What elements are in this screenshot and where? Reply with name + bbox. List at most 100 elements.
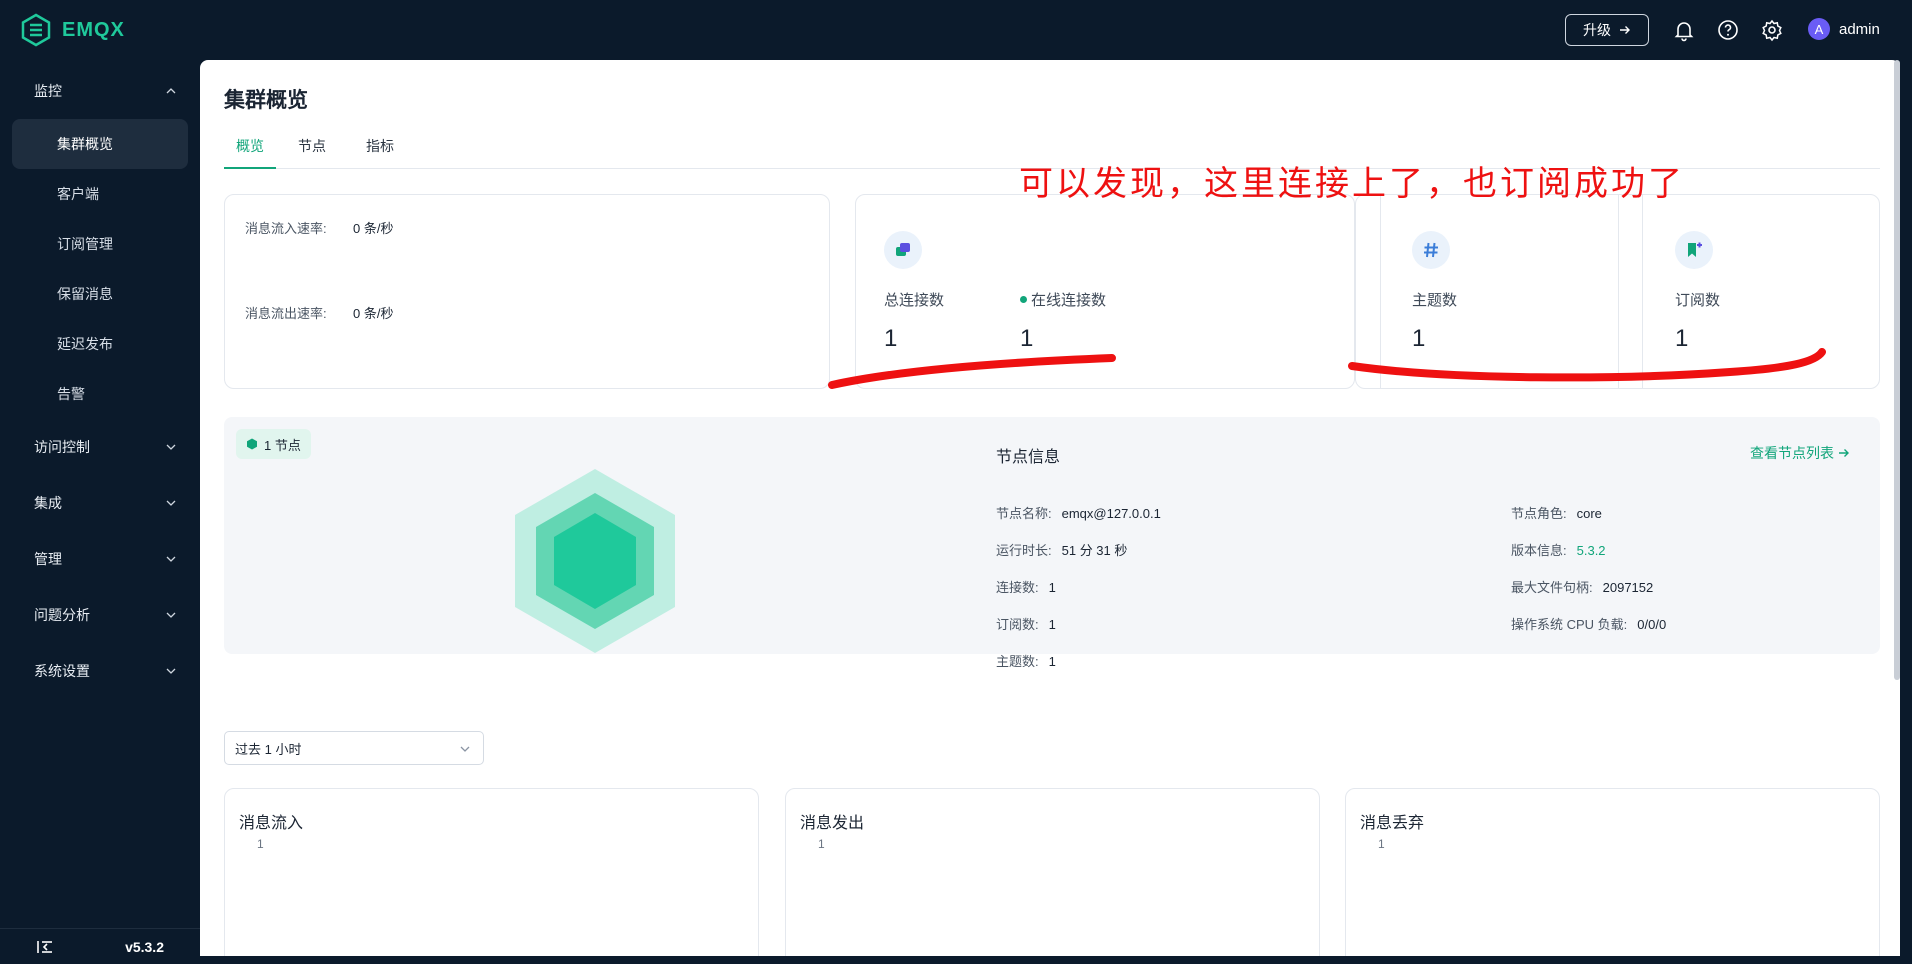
sidebar-item-alarms[interactable]: 告警 bbox=[12, 369, 188, 419]
tab-label: 节点 bbox=[298, 138, 326, 154]
sidebar-group-monitor[interactable]: 监控 bbox=[0, 73, 200, 109]
upgrade-label: 升级 bbox=[1583, 22, 1611, 38]
collapse-sidebar-icon[interactable] bbox=[36, 939, 54, 955]
page-title: 集群概览 bbox=[224, 89, 308, 112]
topics-value: 1 bbox=[1412, 325, 1426, 352]
inbound-rate-label: 消息流入速率: bbox=[245, 221, 327, 236]
chart-title: 消息丢弃 bbox=[1360, 815, 1425, 832]
sidebar-item-clients[interactable]: 客户端 bbox=[12, 169, 188, 219]
total-connections-label: 总连接数 bbox=[884, 292, 945, 309]
sidebar-group-integration[interactable]: 集成 bbox=[0, 485, 200, 521]
tab-label: 概览 bbox=[236, 138, 264, 154]
chevron-up-icon bbox=[166, 88, 176, 94]
chevron-down-icon bbox=[166, 556, 176, 562]
sidebar-group-management[interactable]: 管理 bbox=[0, 541, 200, 577]
emqx-logo[interactable]: EMQX bbox=[20, 13, 125, 47]
sidebar: 监控 集群概览 客户端 订阅管理 保留消息 延迟发布 告警 访问控制 集成 管理… bbox=[0, 60, 200, 964]
total-connections-value: 1 bbox=[884, 325, 898, 352]
sidebar-group-label: 系统设置 bbox=[34, 663, 90, 679]
card-divider bbox=[1618, 195, 1619, 388]
view-node-list-link[interactable]: 查看节点列表 bbox=[1750, 443, 1850, 463]
arrow-right-icon bbox=[1839, 449, 1849, 457]
top-bar: EMQX 升级 A admin bbox=[0, 0, 1912, 60]
tab-overview[interactable]: 概览 bbox=[224, 136, 276, 169]
sidebar-group-label: 监控 bbox=[34, 83, 62, 99]
message-rate-card: 消息流入速率: 0 条/秒 消息流出速率: 0 条/秒 bbox=[224, 194, 830, 389]
node-count-text: 1 节点 bbox=[264, 437, 301, 453]
bell-icon[interactable] bbox=[1672, 18, 1696, 42]
connections-icon bbox=[884, 231, 922, 269]
card-divider bbox=[1380, 195, 1381, 388]
sidebar-group-label: 问题分析 bbox=[34, 607, 90, 623]
sidebar-item-label: 告警 bbox=[57, 386, 85, 402]
sidebar-group-access-control[interactable]: 访问控制 bbox=[0, 429, 200, 465]
connections-field: 连接数: 1 bbox=[996, 580, 1056, 595]
chevron-down-icon bbox=[166, 444, 176, 450]
sidebar-item-label: 保留消息 bbox=[57, 286, 113, 302]
emqx-logo-icon bbox=[21, 13, 51, 47]
topics-label: 主题数 bbox=[1412, 292, 1458, 309]
tab-label: 指标 bbox=[366, 138, 394, 154]
online-connections-label: 在线连接数 bbox=[1020, 289, 1106, 310]
outbound-rate-value: 0 条/秒 bbox=[353, 306, 394, 321]
sidebar-item-label: 订阅管理 bbox=[57, 236, 113, 252]
user-menu[interactable]: A admin bbox=[1808, 18, 1880, 40]
chevron-down-icon bbox=[166, 668, 176, 674]
sidebar-item-label: 客户端 bbox=[57, 186, 99, 202]
hashtag-icon bbox=[1412, 231, 1450, 269]
online-connections-text: 在线连接数 bbox=[1031, 292, 1107, 309]
inbound-rate-value: 0 条/秒 bbox=[353, 221, 394, 236]
version-label: v5.3.2 bbox=[125, 938, 164, 955]
tab-metrics[interactable]: 指标 bbox=[356, 136, 404, 169]
sidebar-footer: v5.3.2 bbox=[0, 928, 200, 964]
help-icon[interactable] bbox=[1716, 18, 1740, 42]
bookmark-add-icon bbox=[1675, 231, 1713, 269]
time-range-select[interactable]: 过去 1 小时 bbox=[224, 731, 484, 765]
chevron-down-icon bbox=[166, 612, 176, 618]
uptime-field: 运行时长: 51 分 31 秒 bbox=[996, 543, 1128, 558]
online-connections-value: 1 bbox=[1020, 325, 1034, 352]
gear-icon[interactable] bbox=[1760, 18, 1784, 42]
sidebar-item-cluster-overview[interactable]: 集群概览 bbox=[12, 119, 188, 169]
chevron-down-icon bbox=[166, 500, 176, 506]
node-info-title: 节点信息 bbox=[996, 449, 1061, 466]
sidebar-group-label: 集成 bbox=[34, 495, 62, 511]
node-role-field: 节点角色: core bbox=[1511, 506, 1602, 521]
messages-out-chart: 消息发出 1 bbox=[785, 788, 1320, 956]
sidebar-item-label: 延迟发布 bbox=[57, 336, 113, 352]
chevron-down-icon bbox=[460, 746, 470, 752]
view-node-list-text: 查看节点列表 bbox=[1750, 445, 1834, 461]
y-axis-tick: 1 bbox=[257, 837, 264, 851]
y-axis-tick: 1 bbox=[1378, 837, 1385, 851]
outbound-rate-label: 消息流出速率: bbox=[245, 306, 327, 321]
subscriptions-field: 订阅数: 1 bbox=[996, 617, 1056, 632]
hexagon-icon bbox=[247, 438, 257, 450]
sidebar-item-label: 集群概览 bbox=[57, 136, 113, 152]
max-fds-field: 最大文件句柄: 2097152 bbox=[1511, 580, 1654, 595]
connections-card: 总连接数 在线连接数 1 1 bbox=[855, 194, 1355, 389]
username: admin bbox=[1839, 20, 1880, 38]
chart-title: 消息发出 bbox=[800, 815, 865, 832]
messages-dropped-chart: 消息丢弃 1 bbox=[1345, 788, 1880, 956]
sidebar-item-delayed[interactable]: 延迟发布 bbox=[12, 319, 188, 369]
chart-title: 消息流入 bbox=[239, 815, 304, 832]
time-range-value: 过去 1 小时 bbox=[235, 741, 302, 757]
upgrade-button[interactable]: 升级 bbox=[1565, 14, 1649, 46]
node-hexagon-graphic bbox=[515, 469, 675, 653]
sidebar-item-retained[interactable]: 保留消息 bbox=[12, 269, 188, 319]
card-divider bbox=[1642, 195, 1643, 388]
tab-nodes[interactable]: 节点 bbox=[288, 136, 336, 169]
cpu-load-field: 操作系统 CPU 负载: 0/0/0 bbox=[1511, 617, 1667, 632]
node-name-field: 节点名称: emqx@127.0.0.1 bbox=[996, 506, 1161, 521]
sidebar-group-diagnostics[interactable]: 问题分析 bbox=[0, 597, 200, 633]
main-scrollbar[interactable] bbox=[1894, 60, 1900, 680]
sidebar-group-label: 访问控制 bbox=[34, 439, 90, 455]
messages-in-chart: 消息流入 1 bbox=[224, 788, 759, 956]
sidebar-group-system-settings[interactable]: 系统设置 bbox=[0, 653, 200, 689]
online-status-dot bbox=[1020, 295, 1027, 303]
sidebar-item-subscriptions[interactable]: 订阅管理 bbox=[12, 219, 188, 269]
node-panel: 1 节点 节点信息 查看节点列表 节点名称: emqx@127.0.0.1 运行时… bbox=[224, 417, 1880, 669]
node-count-badge: 1 节点 bbox=[236, 429, 311, 459]
version-field: 版本信息: 5.3.2 bbox=[1511, 543, 1606, 558]
topics-subscriptions-card: 主题数 1 订阅数 1 bbox=[1355, 194, 1880, 389]
